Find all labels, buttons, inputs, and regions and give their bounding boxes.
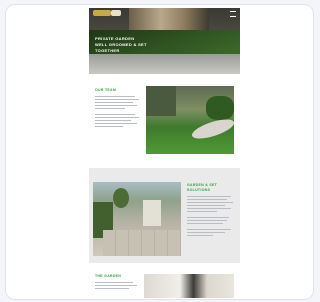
text-line bbox=[187, 211, 217, 213]
text-line bbox=[95, 114, 135, 116]
text-line bbox=[187, 199, 227, 201]
section-title-solutions: GARDEN & SET SOLUTIONS bbox=[187, 183, 218, 192]
text-line bbox=[95, 285, 137, 287]
section-title-garden: THE GARDEN bbox=[95, 274, 122, 278]
garden-tiles bbox=[103, 230, 181, 256]
garden-wall bbox=[146, 86, 176, 116]
text-line bbox=[95, 123, 137, 125]
hero-title: PRIVATE GARDEN WELL GROOMED & SET TOGETH… bbox=[95, 36, 147, 53]
patio-image bbox=[89, 54, 240, 74]
hamburger-menu-icon[interactable] bbox=[230, 11, 236, 17]
text-line bbox=[187, 205, 225, 207]
garden-tree bbox=[113, 188, 129, 208]
text-line bbox=[95, 108, 125, 110]
section-title-team: OUR TEAM bbox=[95, 88, 117, 92]
text-line bbox=[95, 96, 135, 98]
text-line bbox=[187, 217, 229, 219]
garden-shrub bbox=[206, 96, 234, 120]
company-logo-text bbox=[111, 10, 121, 16]
text-line bbox=[187, 220, 227, 222]
text-line bbox=[187, 235, 213, 237]
garden-photo-3 bbox=[144, 274, 234, 298]
garden-photo-1 bbox=[146, 86, 234, 154]
text-line bbox=[95, 99, 139, 101]
garden-photo-2 bbox=[93, 182, 181, 256]
company-logo[interactable] bbox=[93, 10, 111, 16]
text-line bbox=[95, 120, 131, 122]
text-line bbox=[95, 282, 133, 284]
text-line bbox=[95, 102, 133, 104]
text-line bbox=[187, 196, 231, 198]
text-line bbox=[95, 126, 123, 128]
text-line bbox=[95, 117, 139, 119]
text-line bbox=[95, 105, 137, 107]
garden-path bbox=[189, 115, 234, 143]
text-line bbox=[187, 229, 231, 231]
website-page-preview: PRIVATE GARDEN WELL GROOMED & SET TOGETH… bbox=[89, 8, 240, 298]
text-line bbox=[187, 202, 233, 204]
text-line bbox=[187, 232, 225, 234]
text-line bbox=[187, 208, 231, 210]
house-image bbox=[129, 8, 209, 30]
text-line bbox=[95, 288, 129, 290]
garden-door bbox=[143, 200, 161, 226]
text-line bbox=[187, 223, 223, 225]
hero-banner: PRIVATE GARDEN WELL GROOMED & SET TOGETH… bbox=[89, 8, 240, 74]
